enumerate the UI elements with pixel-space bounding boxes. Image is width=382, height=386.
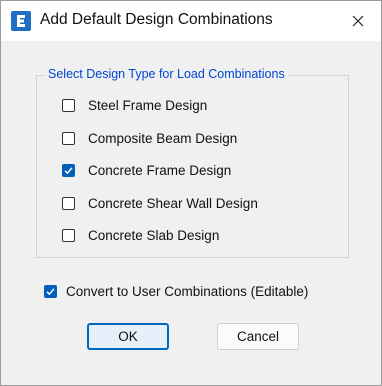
checkmark-icon [46, 287, 55, 295]
etabs-app-icon [11, 11, 31, 31]
checkbox-label: Convert to User Combinations (Editable) [66, 283, 309, 299]
checkbox-label: Steel Frame Design [88, 97, 208, 113]
ok-button[interactable]: OK [87, 323, 169, 350]
checkmark-icon [64, 166, 73, 174]
checkbox-label: Concrete Slab Design [88, 227, 220, 243]
dialog-window: Add Default Design Combinations Select D… [0, 0, 382, 386]
checkbox-steel-frame-design[interactable]: Steel Frame Design [62, 96, 207, 114]
checkbox-box[interactable] [44, 284, 57, 298]
title-bar: Add Default Design Combinations [1, 1, 381, 41]
checkbox-composite-beam-design[interactable]: Composite Beam Design [62, 129, 237, 147]
checkbox-label: Composite Beam Design [88, 130, 238, 146]
groupbox-legend: Select Design Type for Load Combinations [45, 67, 288, 81]
checkbox-convert-to-user-combinations[interactable]: Convert to User Combinations (Editable) [44, 282, 308, 300]
checkbox-box[interactable] [62, 98, 75, 112]
checkbox-concrete-slab-design[interactable]: Concrete Slab Design [62, 226, 219, 244]
checkbox-concrete-shear-wall-design[interactable]: Concrete Shear Wall Design [62, 194, 258, 212]
checkbox-label: Concrete Frame Design [88, 162, 232, 178]
checkbox-concrete-frame-design[interactable]: Concrete Frame Design [62, 161, 231, 179]
checkbox-box[interactable] [62, 228, 75, 242]
close-icon [352, 15, 364, 27]
close-button[interactable] [335, 1, 381, 41]
checkbox-label: Concrete Shear Wall Design [88, 195, 258, 211]
checkbox-box[interactable] [62, 131, 75, 145]
window-title: Add Default Design Combinations [40, 11, 273, 28]
checkbox-box[interactable] [62, 196, 75, 210]
checkbox-box[interactable] [62, 163, 75, 177]
cancel-button[interactable]: Cancel [217, 323, 299, 350]
